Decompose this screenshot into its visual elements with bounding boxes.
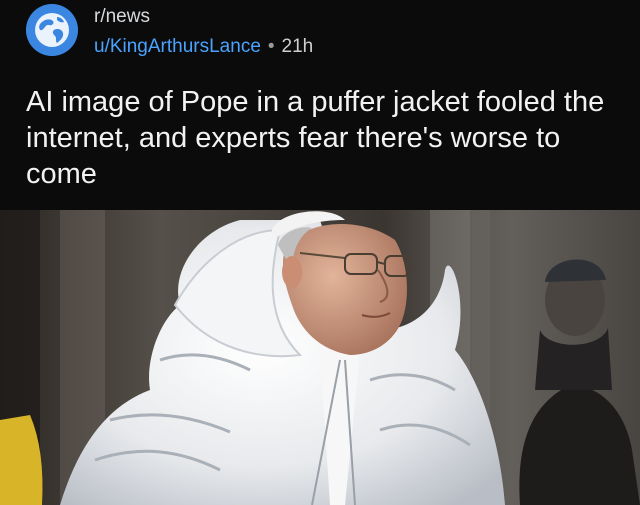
post-meta: u/KingArthursLance • 21h <box>94 36 313 58</box>
post-image[interactable] <box>0 210 640 505</box>
post-header: r/news u/KingArthursLance • 21h <box>0 0 640 72</box>
post-card[interactable]: r/news u/KingArthursLance • 21h AI image o… <box>0 0 640 505</box>
username-link[interactable]: u/KingArthursLance <box>94 36 261 57</box>
post-title[interactable]: AI image of Pope in a puffer jacket fool… <box>26 84 616 192</box>
subreddit-avatar[interactable] <box>26 4 78 56</box>
meta-separator: • <box>267 36 275 57</box>
subreddit-name[interactable]: r/news <box>94 6 150 28</box>
post-age: 21h <box>281 36 314 57</box>
globe-icon <box>26 4 78 56</box>
